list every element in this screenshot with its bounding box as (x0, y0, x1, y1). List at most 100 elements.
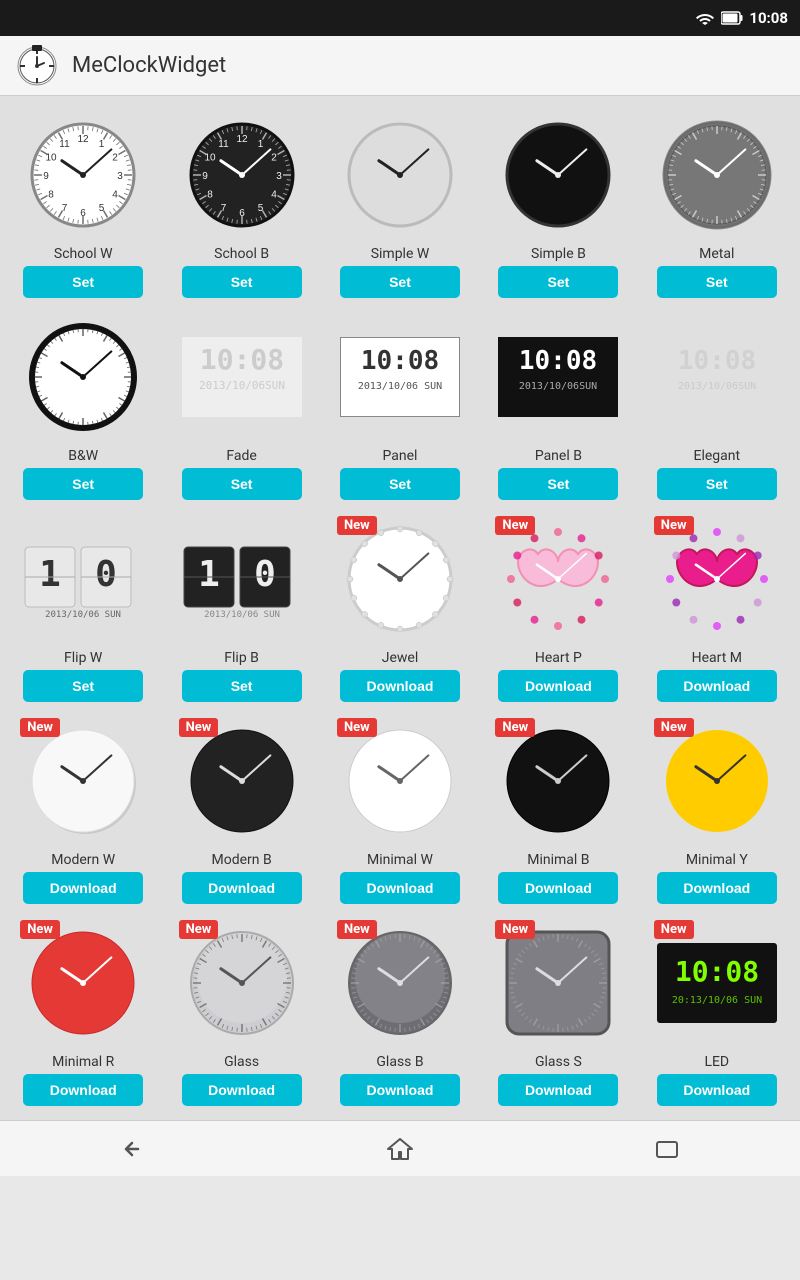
svg-text:3: 3 (276, 171, 282, 182)
clock-name-heart-p: Heart P (535, 650, 582, 666)
new-badge-heart-p: New (495, 516, 535, 535)
action-button-flip-w[interactable]: Set (23, 670, 143, 702)
svg-text:2013/10/06SUN: 2013/10/06SUN (199, 379, 285, 392)
app-bar: MeClockWidget (0, 36, 800, 96)
wifi-icon (695, 11, 715, 25)
svg-text:10:08: 10:08 (199, 343, 283, 376)
clock-item-led: New 10:08 20:13/10/06 SUN LED Download (642, 918, 792, 1106)
clock-item-minimal-b: New Minimal B Download (483, 716, 633, 904)
new-badge-minimal-w: New (337, 718, 377, 737)
action-button-jewel[interactable]: Download (340, 670, 460, 702)
action-button-panel[interactable]: Set (340, 468, 460, 500)
svg-text:2013/10/06 SUN: 2013/10/06 SUN (45, 610, 121, 619)
recent-button[interactable] (652, 1137, 682, 1161)
new-badge-led: New (654, 920, 694, 939)
clock-name-jewel: Jewel (382, 650, 419, 666)
svg-text:8: 8 (207, 190, 213, 201)
svg-text:20:13/10/06 SUN: 20:13/10/06 SUN (672, 995, 762, 1006)
action-button-heart-m[interactable]: Download (657, 670, 777, 702)
action-button-flip-b[interactable]: Set (182, 670, 302, 702)
action-button-glass-b[interactable]: Download (340, 1074, 460, 1106)
svg-text:3: 3 (117, 171, 123, 182)
clock-item-panel-b: 10:082013/10/06SUN Panel B Set (483, 312, 633, 500)
svg-text:5: 5 (99, 203, 105, 214)
clock-preview-panel: 10:08 2013/10/06 SUN (335, 312, 465, 442)
svg-text:12: 12 (236, 134, 248, 145)
action-button-led[interactable]: Download (657, 1074, 777, 1106)
clock-preview-metal (652, 110, 782, 240)
svg-text:2013/10/06 SUN: 2013/10/06 SUN (204, 610, 280, 619)
action-button-school-w[interactable]: Set (23, 266, 143, 298)
clock-name-led: LED (704, 1054, 729, 1070)
clock-name-minimal-y: Minimal Y (686, 852, 748, 868)
clock-name-glass-s: Glass S (535, 1054, 582, 1070)
action-button-bw[interactable]: Set (23, 468, 143, 500)
action-button-glass-s[interactable]: Download (498, 1074, 618, 1106)
status-bar: 10:08 (0, 0, 800, 36)
svg-text:2013/10/06SUN: 2013/10/06SUN (519, 381, 597, 392)
svg-text:9: 9 (43, 171, 49, 182)
clock-preview-minimal-y: New (652, 716, 782, 846)
status-time: 10:08 (749, 9, 788, 27)
action-button-modern-b[interactable]: Download (182, 872, 302, 904)
clock-preview-flip-b: 1 0 2013/10/06 SUN (177, 514, 307, 644)
new-badge-jewel: New (337, 516, 377, 535)
svg-text:10:08: 10:08 (361, 346, 439, 376)
clock-preview-glass-s: New (493, 918, 623, 1048)
clock-preview-simple-w (335, 110, 465, 240)
action-button-glass[interactable]: Download (182, 1074, 302, 1106)
svg-text:2: 2 (112, 153, 118, 164)
svg-text:10: 10 (204, 153, 216, 164)
new-badge-glass-s: New (495, 920, 535, 939)
clock-preview-led: New 10:08 20:13/10/06 SUN (652, 918, 782, 1048)
clock-name-minimal-b: Minimal B (527, 852, 589, 868)
action-button-minimal-r[interactable]: Download (23, 1074, 143, 1106)
clock-name-glass: Glass (224, 1054, 259, 1070)
action-button-minimal-y[interactable]: Download (657, 872, 777, 904)
new-badge-glass-b: New (337, 920, 377, 939)
action-button-modern-w[interactable]: Download (23, 872, 143, 904)
svg-text:8: 8 (48, 190, 54, 201)
clock-preview-panel-b: 10:082013/10/06SUN (493, 312, 623, 442)
svg-text:11: 11 (218, 139, 229, 150)
clock-item-panel: 10:082013/10/06 SUN Panel Set (325, 312, 475, 500)
clock-name-glass-b: Glass B (376, 1054, 423, 1070)
action-button-minimal-b[interactable]: Download (498, 872, 618, 904)
svg-text:9: 9 (202, 171, 208, 182)
home-button[interactable] (385, 1135, 415, 1163)
action-button-metal[interactable]: Set (657, 266, 777, 298)
new-badge-minimal-b: New (495, 718, 535, 737)
action-button-elegant[interactable]: Set (657, 468, 777, 500)
clock-preview-modern-b: New (177, 716, 307, 846)
svg-text:10:08: 10:08 (675, 955, 759, 988)
action-button-simple-b[interactable]: Set (498, 266, 618, 298)
action-button-simple-w[interactable]: Set (340, 266, 460, 298)
action-button-school-b[interactable]: Set (182, 266, 302, 298)
new-badge-glass: New (179, 920, 219, 939)
clock-preview-heart-m: New (652, 514, 782, 644)
clock-item-simple-b: Simple B Set (483, 110, 633, 298)
clock-item-elegant: 10:082013/10/06SUN Elegant Set (642, 312, 792, 500)
clock-item-simple-w: Simple W Set (325, 110, 475, 298)
action-button-heart-p[interactable]: Download (498, 670, 618, 702)
clock-name-flip-w: Flip W (64, 650, 102, 666)
clock-preview-elegant: 10:082013/10/06SUN (652, 312, 782, 442)
action-button-fade[interactable]: Set (182, 468, 302, 500)
svg-text:2: 2 (271, 153, 277, 164)
clock-name-minimal-r: Minimal R (52, 1054, 114, 1070)
clock-item-flip-b: 1 0 2013/10/06 SUN Flip B Set (166, 514, 316, 702)
svg-text:2013/10/06 SUN: 2013/10/06 SUN (358, 381, 442, 392)
clock-item-flip-w: 1 0 2013/10/06 SUN Flip W Set (8, 514, 158, 702)
clock-item-glass: New Glass Download (166, 918, 316, 1106)
clock-item-jewel: New Jewel Download (325, 514, 475, 702)
action-button-minimal-w[interactable]: Download (340, 872, 460, 904)
clock-item-heart-m: New Heart M Download (642, 514, 792, 702)
new-badge-minimal-r: New (20, 920, 60, 939)
clock-name-modern-b: Modern B (211, 852, 271, 868)
svg-text:2013/10/06SUN: 2013/10/06SUN (678, 381, 756, 392)
clock-preview-flip-w: 1 0 2013/10/06 SUN (18, 514, 148, 644)
action-button-panel-b[interactable]: Set (498, 468, 618, 500)
clock-item-minimal-y: New Minimal Y Download (642, 716, 792, 904)
back-button[interactable] (118, 1137, 148, 1161)
clock-name-modern-w: Modern W (51, 852, 115, 868)
